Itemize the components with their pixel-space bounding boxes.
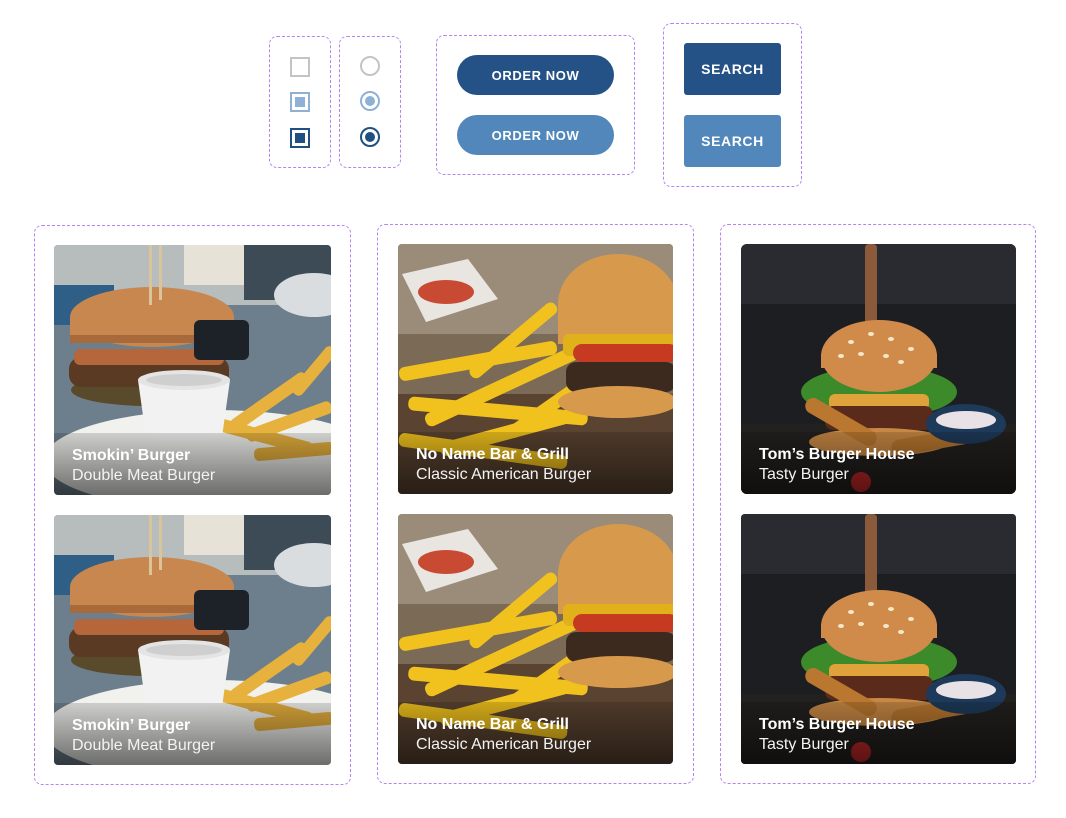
checkbox-checked[interactable] xyxy=(290,128,310,148)
dish-name: Double Meat Burger xyxy=(72,737,216,754)
restaurant-name: No Name Bar & Grill xyxy=(416,446,569,463)
restaurant-name: Smokin’ Burger xyxy=(72,717,191,734)
restaurant-card[interactable]: No Name Bar & Grill Classic American Bur… xyxy=(398,514,673,764)
restaurant-card[interactable]: Smokin’ Burger Double Meat Burger xyxy=(54,245,331,495)
search-button[interactable]: SEARCH xyxy=(684,43,781,95)
dish-name: Tasty Burger xyxy=(759,466,849,483)
checkbox-unchecked[interactable] xyxy=(290,57,310,77)
checkbox-hover[interactable] xyxy=(290,92,310,112)
order-now-button-hover[interactable]: ORDER NOW xyxy=(457,115,614,155)
dish-name: Double Meat Burger xyxy=(72,467,216,484)
restaurant-name: Tom’s Burger House xyxy=(759,446,915,463)
restaurant-name: Tom’s Burger House xyxy=(759,716,915,733)
search-button-hover[interactable]: SEARCH xyxy=(684,115,781,167)
restaurant-name: No Name Bar & Grill xyxy=(416,716,569,733)
dish-name: Classic American Burger xyxy=(416,466,592,483)
restaurant-card[interactable]: No Name Bar & Grill Classic American Bur… xyxy=(398,244,673,494)
radio-selected[interactable] xyxy=(360,127,380,147)
dish-name: Tasty Burger xyxy=(759,736,849,753)
restaurant-name: Smokin’ Burger xyxy=(72,447,191,464)
radio-hover[interactable] xyxy=(360,91,380,111)
radio-unselected[interactable] xyxy=(360,56,380,76)
order-now-button[interactable]: ORDER NOW xyxy=(457,55,614,95)
restaurant-card[interactable]: Tom’s Burger House Tasty Burger xyxy=(741,244,1016,494)
dish-name: Classic American Burger xyxy=(416,736,592,753)
restaurant-card[interactable]: Smokin’ Burger Double Meat Burger xyxy=(54,515,331,765)
restaurant-card[interactable]: Tom’s Burger House Tasty Burger xyxy=(741,514,1016,764)
